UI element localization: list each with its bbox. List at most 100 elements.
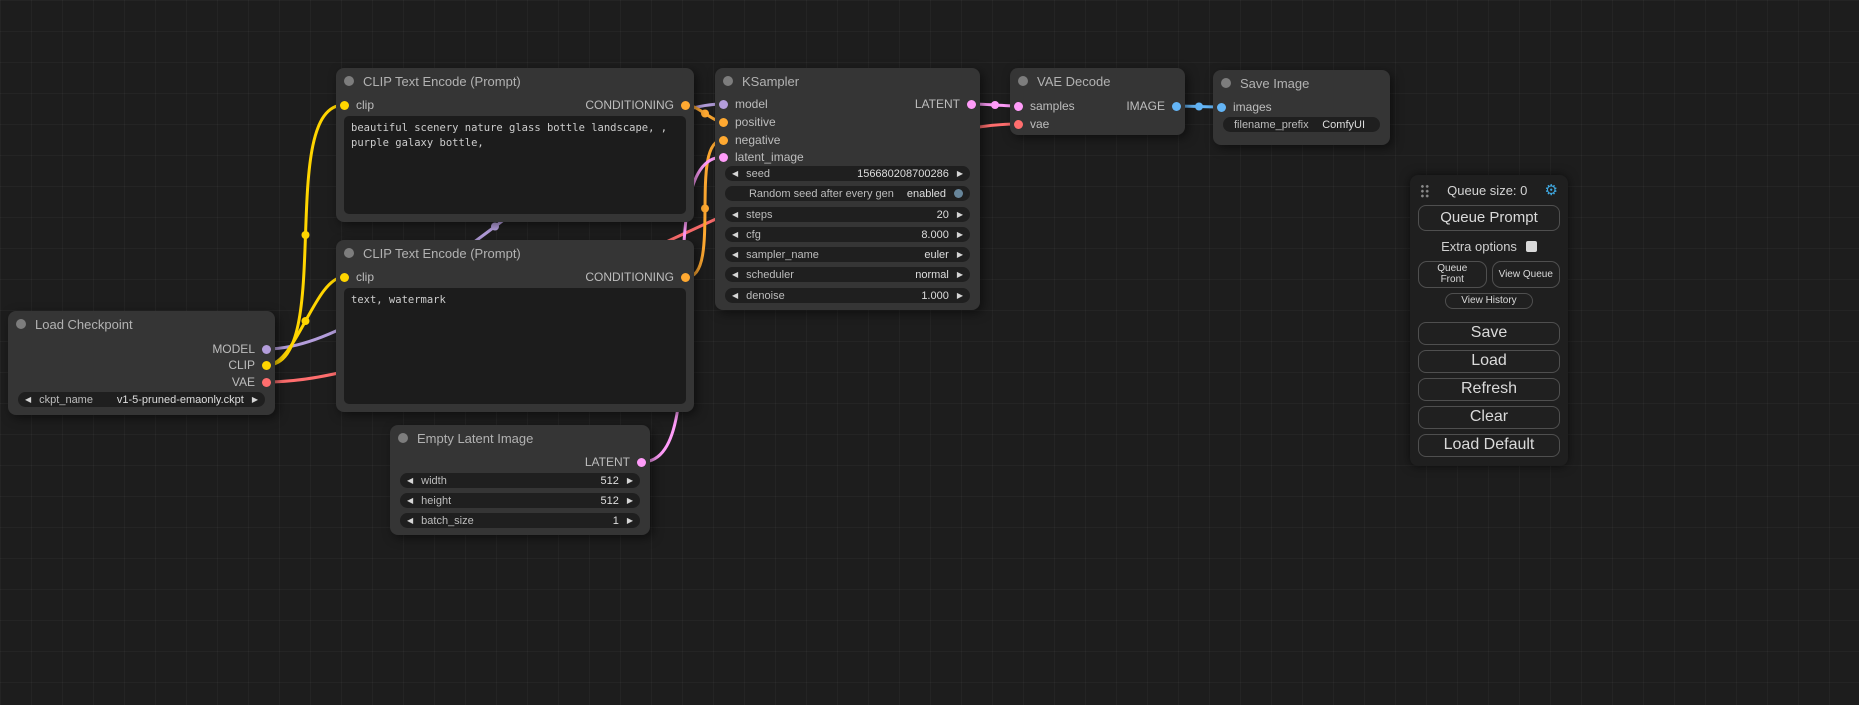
drag-handle-icon[interactable] — [1420, 184, 1430, 198]
height-stepper[interactable]: ◀ height 512 ▶ — [400, 493, 640, 508]
collapse-dot-icon[interactable] — [723, 76, 733, 86]
increment-arrow-icon[interactable]: ▶ — [627, 497, 633, 505]
denoise-stepper[interactable]: ◀ denoise 1.000 ▶ — [725, 288, 970, 303]
decrement-arrow-icon[interactable]: ◀ — [732, 292, 738, 300]
node-title-bar[interactable]: Empty Latent Image — [390, 425, 650, 451]
refresh-button[interactable]: Refresh — [1418, 378, 1560, 401]
node-clip-text-encode-negative[interactable]: CLIP Text Encode (Prompt) clip CONDITION… — [336, 240, 694, 412]
conditioning-output-dot[interactable] — [681, 101, 690, 110]
increment-arrow-icon[interactable]: ▶ — [627, 517, 633, 525]
increment-arrow-icon[interactable]: ▶ — [957, 271, 963, 279]
load-button[interactable]: Load — [1418, 350, 1560, 373]
decrement-arrow-icon[interactable]: ◀ — [407, 497, 413, 505]
conditioning-output-dot[interactable] — [681, 273, 690, 282]
cfg-stepper[interactable]: ◀ cfg 8.000 ▶ — [725, 227, 970, 242]
negative-input-dot[interactable] — [719, 136, 728, 145]
node-title-bar[interactable]: CLIP Text Encode (Prompt) — [336, 68, 694, 94]
collapse-dot-icon[interactable] — [1018, 76, 1028, 86]
vae-input-dot[interactable] — [1014, 120, 1023, 129]
model-input-dot[interactable] — [719, 100, 728, 109]
queue-front-button[interactable]: Queue Front — [1418, 261, 1487, 288]
input-slot-images: images — [1217, 100, 1272, 114]
node-title-bar[interactable]: VAE Decode — [1010, 68, 1185, 94]
widget-name: steps — [746, 209, 936, 221]
node-title: CLIP Text Encode (Prompt) — [363, 246, 521, 261]
decrement-arrow-icon[interactable]: ◀ — [732, 211, 738, 219]
filename-prefix-field[interactable]: filename_prefix ComfyUI — [1223, 117, 1380, 132]
decrement-arrow-icon[interactable]: ◀ — [407, 517, 413, 525]
output-slot-model: MODEL — [212, 342, 271, 356]
extra-options-checkbox[interactable] — [1526, 241, 1537, 252]
increment-arrow-icon[interactable]: ▶ — [252, 396, 258, 404]
decrement-arrow-icon[interactable]: ◀ — [25, 396, 31, 404]
ckpt-name-combo[interactable]: ◀ ckpt_name v1-5-pruned-emaonly.ckpt ▶ — [18, 392, 265, 407]
slot-label: CLIP — [228, 358, 255, 372]
view-history-button[interactable]: View History — [1445, 293, 1532, 309]
samples-input-dot[interactable] — [1014, 102, 1023, 111]
node-graph-canvas[interactable]: Load Checkpoint MODEL CLIP VAE ◀ ckpt_na… — [0, 0, 1859, 705]
collapse-dot-icon[interactable] — [344, 248, 354, 258]
decrement-arrow-icon[interactable]: ◀ — [732, 170, 738, 178]
increment-arrow-icon[interactable]: ▶ — [957, 211, 963, 219]
steps-stepper[interactable]: ◀ steps 20 ▶ — [725, 207, 970, 222]
images-input-dot[interactable] — [1217, 103, 1226, 112]
collapse-dot-icon[interactable] — [398, 433, 408, 443]
node-vae-decode[interactable]: VAE Decode samples vae IMAGE — [1010, 68, 1185, 135]
queue-panel-header: Queue size: 0 ⚙ — [1418, 181, 1560, 201]
batch-size-stepper[interactable]: ◀ batch_size 1 ▶ — [400, 513, 640, 528]
latent-output-dot[interactable] — [967, 100, 976, 109]
node-title: Empty Latent Image — [417, 431, 533, 446]
sampler-name-combo[interactable]: ◀ sampler_name euler ▶ — [725, 247, 970, 262]
prompt-textarea[interactable]: beautiful scenery nature glass bottle la… — [344, 116, 686, 214]
latent-output-dot[interactable] — [637, 458, 646, 467]
widget-value: enabled — [907, 188, 946, 200]
collapse-dot-icon[interactable] — [1221, 78, 1231, 88]
settings-gear-icon[interactable]: ⚙ — [1545, 183, 1558, 198]
widget-name: batch_size — [421, 515, 613, 527]
clip-input-dot[interactable] — [340, 273, 349, 282]
collapse-dot-icon[interactable] — [16, 319, 26, 329]
random-seed-toggle[interactable]: Random seed after every gen enabled — [725, 186, 970, 201]
queue-size-label: Queue size: 0 — [1430, 183, 1545, 198]
width-stepper[interactable]: ◀ width 512 ▶ — [400, 473, 640, 488]
decrement-arrow-icon[interactable]: ◀ — [732, 231, 738, 239]
clear-button[interactable]: Clear — [1418, 406, 1560, 429]
view-queue-button[interactable]: View Queue — [1492, 261, 1561, 288]
seed-stepper[interactable]: ◀ seed 156680208700286 ▶ — [725, 166, 970, 181]
clip-output-dot[interactable] — [262, 361, 271, 370]
increment-arrow-icon[interactable]: ▶ — [957, 251, 963, 259]
widget-value: v1-5-pruned-emaonly.ckpt — [117, 394, 244, 406]
load-default-button[interactable]: Load Default — [1418, 434, 1560, 457]
increment-arrow-icon[interactable]: ▶ — [957, 170, 963, 178]
node-title-bar[interactable]: Load Checkpoint — [8, 311, 275, 337]
scheduler-combo[interactable]: ◀ scheduler normal ▶ — [725, 267, 970, 282]
clip-input-dot[interactable] — [340, 101, 349, 110]
node-clip-text-encode-positive[interactable]: CLIP Text Encode (Prompt) clip CONDITION… — [336, 68, 694, 222]
model-output-dot[interactable] — [262, 345, 271, 354]
node-save-image[interactable]: Save Image images filename_prefix ComfyU… — [1213, 70, 1390, 145]
node-title-bar[interactable]: Save Image — [1213, 70, 1390, 96]
queue-prompt-button[interactable]: Queue Prompt — [1418, 205, 1560, 231]
prompt-textarea[interactable]: text, watermark — [344, 288, 686, 404]
save-button[interactable]: Save — [1418, 322, 1560, 345]
node-title-bar[interactable]: CLIP Text Encode (Prompt) — [336, 240, 694, 266]
image-output-dot[interactable] — [1172, 102, 1181, 111]
decrement-arrow-icon[interactable]: ◀ — [407, 477, 413, 485]
decrement-arrow-icon[interactable]: ◀ — [732, 271, 738, 279]
input-slot-clip: clip — [340, 98, 374, 112]
decrement-arrow-icon[interactable]: ◀ — [732, 251, 738, 259]
increment-arrow-icon[interactable]: ▶ — [957, 231, 963, 239]
latent-image-input-dot[interactable] — [719, 153, 728, 162]
node-title-bar[interactable]: KSampler — [715, 68, 980, 94]
wire-midpoint-dot — [1195, 103, 1203, 111]
vae-output-dot[interactable] — [262, 378, 271, 387]
increment-arrow-icon[interactable]: ▶ — [957, 292, 963, 300]
node-empty-latent-image[interactable]: Empty Latent Image LATENT ◀ width 512 ▶ … — [390, 425, 650, 535]
positive-input-dot[interactable] — [719, 118, 728, 127]
collapse-dot-icon[interactable] — [344, 76, 354, 86]
toggle-dot[interactable] — [954, 189, 963, 198]
widget-name: cfg — [746, 229, 921, 241]
node-ksampler[interactable]: KSampler model positive negative latent_… — [715, 68, 980, 310]
increment-arrow-icon[interactable]: ▶ — [627, 477, 633, 485]
node-load-checkpoint[interactable]: Load Checkpoint MODEL CLIP VAE ◀ ckpt_na… — [8, 311, 275, 415]
